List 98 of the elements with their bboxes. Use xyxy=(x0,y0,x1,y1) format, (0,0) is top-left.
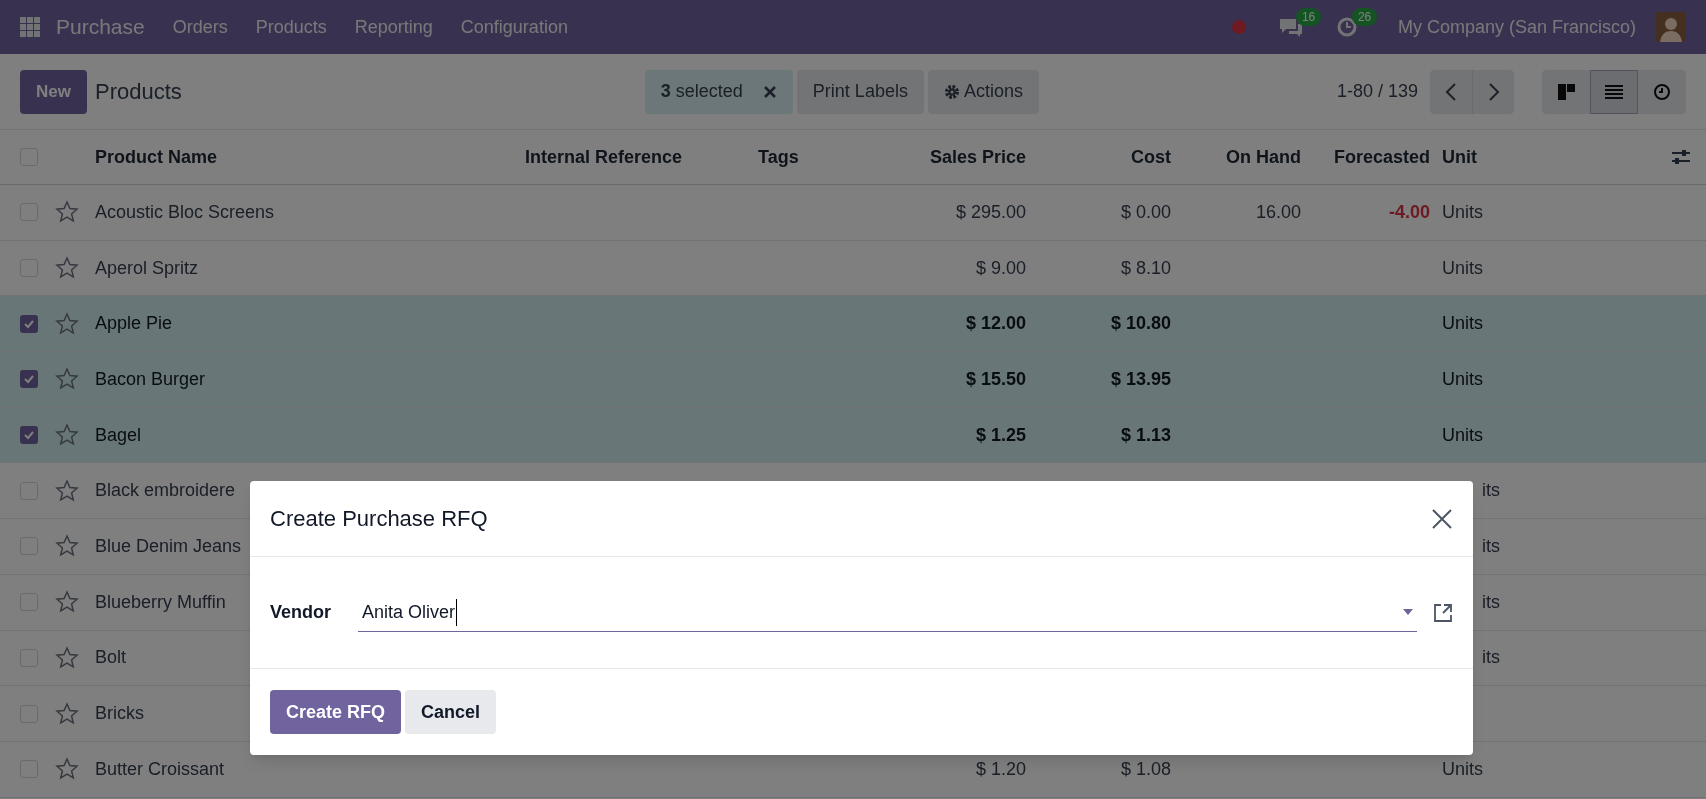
table-cell: Black embroidere xyxy=(95,480,236,501)
settings-sliders-icon[interactable] xyxy=(1671,148,1691,166)
table-cell: 16.00 xyxy=(1255,201,1301,222)
table-cell: $ 1.20 xyxy=(975,758,1026,779)
table-cell: Blueberry Muffin xyxy=(95,591,226,612)
star-icon[interactable] xyxy=(55,311,79,336)
table-cell: $ 0.00 xyxy=(1120,201,1171,222)
table-cell: Bagel xyxy=(95,424,142,445)
column-header[interactable]: On Hand xyxy=(1226,146,1301,167)
table-cell: its xyxy=(1482,535,1500,556)
kanban-view-button[interactable] xyxy=(1542,69,1590,114)
star-icon[interactable] xyxy=(55,534,79,559)
table-cell: Acoustic Bloc Screens xyxy=(95,201,275,222)
next-page-button[interactable] xyxy=(1472,69,1514,114)
table-cell: its xyxy=(1482,591,1500,612)
pager-text: 1-80 / 139 xyxy=(1336,80,1418,103)
apps-menu-icon[interactable] xyxy=(20,17,40,37)
star-icon[interactable] xyxy=(55,757,79,782)
caret-icon xyxy=(1403,609,1413,615)
selection-count: 3 selected xyxy=(660,80,743,103)
print-labels-button[interactable]: Print Labels xyxy=(796,69,924,114)
table-cell: Bolt xyxy=(95,647,127,668)
star-icon[interactable] xyxy=(55,367,79,392)
table-cell: $ 13.95 xyxy=(1110,368,1171,389)
table-cell: Blue Denim Jeans xyxy=(95,535,242,556)
previous-page-button[interactable] xyxy=(1430,69,1472,114)
column-header[interactable]: Unit xyxy=(1442,146,1477,167)
new-button[interactable]: New xyxy=(20,69,87,114)
table-cell: Butter Croissant xyxy=(95,758,225,779)
column-header[interactable]: Sales Price xyxy=(929,146,1026,167)
table-cell: $ 1.08 xyxy=(1120,758,1171,779)
star-icon[interactable] xyxy=(55,645,79,670)
menu-item[interactable]: Orders xyxy=(172,13,228,41)
column-header[interactable]: Tags xyxy=(758,146,799,167)
table-cell: $ 15.50 xyxy=(965,368,1026,389)
close-icon[interactable] xyxy=(1431,507,1453,530)
actions-button[interactable]: Actions xyxy=(927,69,1039,114)
table-cell: Units xyxy=(1442,424,1483,445)
dialog-title: Create Purchase RFQ xyxy=(270,505,488,533)
activity-count-badge: 26 xyxy=(1351,8,1378,26)
table-cell: Units xyxy=(1442,257,1483,278)
table-cell: Units xyxy=(1442,201,1483,222)
chat-icon[interactable] xyxy=(1277,16,1304,38)
chevron-left-icon xyxy=(1445,81,1457,102)
gear-icon xyxy=(943,83,960,100)
cancel-button[interactable]: Cancel xyxy=(405,690,497,734)
table-cell: $ 8.10 xyxy=(1120,257,1171,278)
page-title: Products xyxy=(94,78,182,106)
close-icon[interactable] xyxy=(762,84,777,99)
table-cell: $ 1.25 xyxy=(975,424,1026,445)
column-header[interactable]: Cost xyxy=(1131,146,1171,167)
table-cell: Units xyxy=(1442,368,1483,389)
app-name[interactable]: Purchase xyxy=(56,11,145,43)
avatar-icon[interactable] xyxy=(1656,12,1686,42)
table-cell: Bacon Burger xyxy=(95,368,206,389)
menu-item[interactable]: Products xyxy=(255,13,327,41)
star-icon[interactable] xyxy=(55,200,79,225)
chevron-right-icon xyxy=(1487,81,1500,102)
table-cell: $ 1.13 xyxy=(1120,424,1171,445)
table-cell: its xyxy=(1482,480,1500,501)
kanban-icon xyxy=(1557,82,1575,101)
table-cell: Bricks xyxy=(95,703,144,724)
external-link-icon[interactable] xyxy=(1433,602,1453,623)
star-icon[interactable] xyxy=(55,701,79,726)
table-cell: $ 295.00 xyxy=(955,201,1026,222)
table-cell: Aperol Spritz xyxy=(95,257,199,278)
column-header[interactable]: Product Name xyxy=(95,146,218,167)
table-cell: $ 12.00 xyxy=(965,313,1026,334)
table-cell: -4.00 xyxy=(1388,201,1430,222)
activity-view-button[interactable] xyxy=(1638,69,1686,114)
star-icon[interactable] xyxy=(55,478,79,503)
field-label: Vendor xyxy=(270,601,332,624)
menu-item[interactable]: Configuration xyxy=(460,13,568,41)
clock-icon[interactable] xyxy=(1335,16,1358,38)
star-icon[interactable] xyxy=(55,590,79,615)
table-cell: Units xyxy=(1442,313,1483,334)
create-rfq-button[interactable]: Create RFQ xyxy=(270,690,402,734)
clock-icon xyxy=(1653,82,1671,101)
column-header[interactable]: Forecasted xyxy=(1333,146,1430,167)
table-cell: Units xyxy=(1442,758,1483,779)
checkmark-icon xyxy=(23,429,35,442)
list-icon xyxy=(1605,82,1623,101)
checkbox[interactable] xyxy=(20,426,38,445)
message-count-badge: 16 xyxy=(1295,8,1322,26)
checkmark-icon xyxy=(23,373,35,386)
column-header[interactable]: Internal Reference xyxy=(525,146,683,167)
checkbox[interactable] xyxy=(20,370,38,389)
table-cell: Apple Pie xyxy=(95,313,173,334)
company-name[interactable]: My Company (San Francisco) xyxy=(1397,13,1636,41)
table-cell: $ 10.80 xyxy=(1110,313,1171,334)
vendor-field[interactable]: Anita Oliver xyxy=(358,593,1417,632)
checkbox[interactable] xyxy=(20,314,38,333)
table-cell: its xyxy=(1482,647,1500,668)
star-icon[interactable] xyxy=(55,423,79,448)
list-view-button[interactable] xyxy=(1590,69,1638,114)
star-icon[interactable] xyxy=(55,256,79,281)
table-cell: $ 9.00 xyxy=(975,257,1026,278)
menu-item[interactable]: Reporting xyxy=(354,13,433,41)
